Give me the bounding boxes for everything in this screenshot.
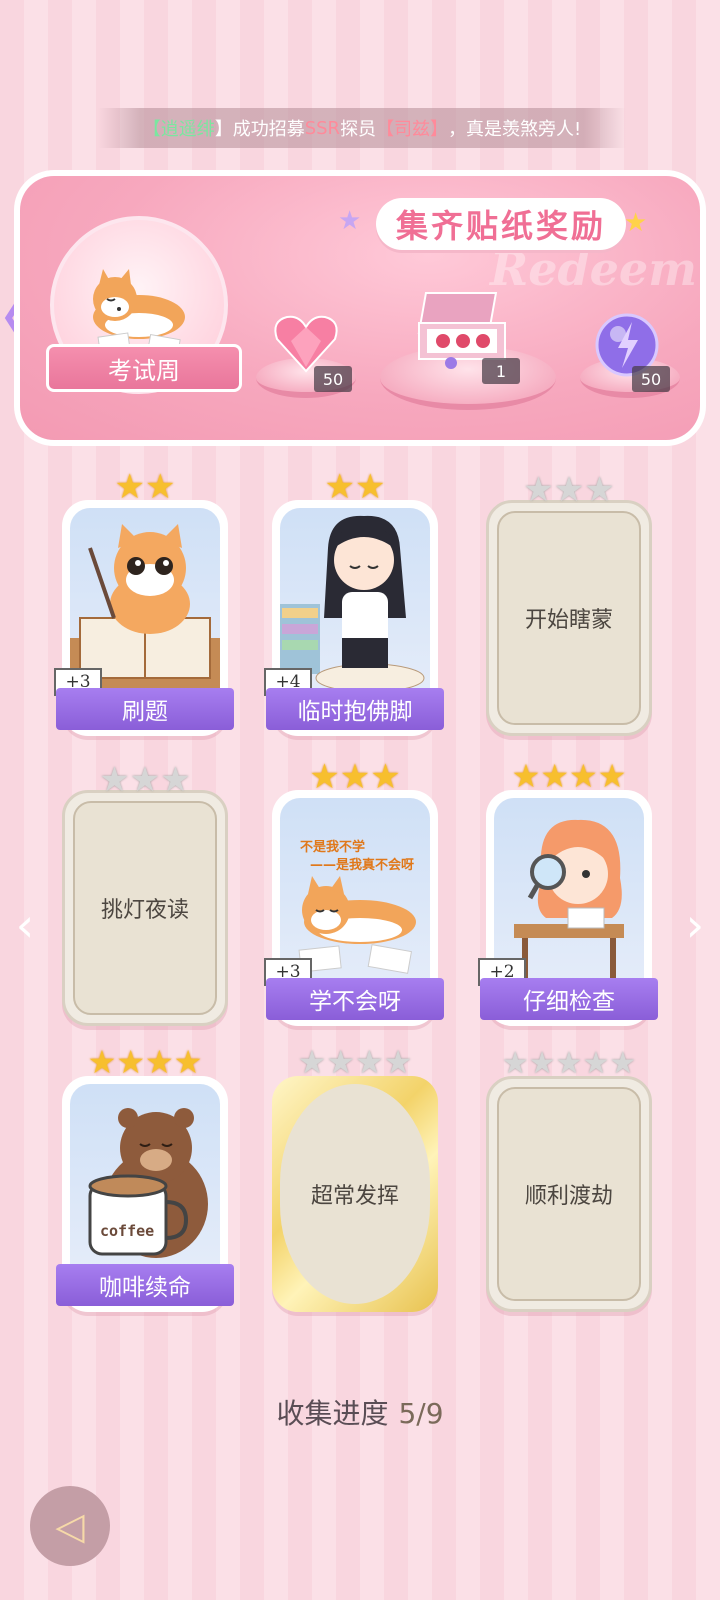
reward-count: 50: [314, 366, 352, 392]
next-page-arrow-icon[interactable]: ›: [680, 898, 710, 952]
back-button[interactable]: ◁: [30, 1486, 110, 1566]
sticker-card-locked[interactable]: ★ ★ ★ ★ ★ 顺利渡劫: [486, 1049, 652, 1312]
card-name: 仔细检查: [480, 978, 658, 1020]
card-name: 学不会呀: [266, 978, 444, 1020]
sticker-card[interactable]: ★ ★ +3 刷题: [54, 470, 234, 736]
ticker-suffix: ，真是羡煞旁人!: [448, 119, 582, 140]
star-rating: ★ ★ ★: [309, 757, 401, 797]
card-name: 挑灯夜读: [100, 898, 189, 923]
progress-label: 收集进度: [276, 1397, 389, 1430]
sticker-card-locked[interactable]: ★ ★ ★ 开始瞎蒙: [486, 473, 652, 736]
ticker-agent: 【司兹】: [376, 119, 449, 140]
shiba-sleeping-icon: [93, 269, 185, 355]
sticker-card-locked[interactable]: ★ ★ ★ 挑灯夜读: [62, 763, 228, 1026]
star-deco-icon: ★: [624, 208, 648, 238]
star-rating: ★ ★: [324, 467, 386, 507]
star-rating: ★ ★ ★: [523, 470, 615, 510]
card-art: 挑灯夜读: [73, 801, 217, 1015]
current-set-label: 考试周: [46, 344, 242, 392]
card-name: 咖啡续命: [56, 1264, 234, 1306]
collection-progress: 收集进度 5/9: [0, 1392, 720, 1432]
card-art: 超常发挥: [280, 1084, 430, 1304]
back-arrow-icon: ◁: [55, 1504, 85, 1548]
star-rating: ★ ★: [114, 467, 176, 507]
sticker-card-gold-locked[interactable]: ★ ★ ★ ★ 超常发挥: [272, 1046, 438, 1312]
star-rating: ★ ★ ★ ★: [297, 1043, 413, 1081]
ticker-mid2: 探员: [340, 119, 377, 140]
ticker-prefix: 【: [142, 119, 161, 140]
redeem-watermark: Redeem: [490, 242, 697, 296]
card-name: 刷题: [56, 688, 234, 730]
sticker-card[interactable]: ★ ★ +4 临时抱佛脚: [264, 470, 444, 736]
sticker-card[interactable]: ★ ★ ★ ★ +2 仔细检查: [478, 760, 658, 1026]
reward-count: 1: [482, 358, 520, 384]
card-name: 临时抱佛脚: [266, 688, 444, 730]
progress-value: 5/9: [398, 1397, 444, 1430]
recruit-ticker: 【逍遥绯 】成功招募 SSR 探员 【司兹】 ，真是羡煞旁人!: [98, 108, 626, 148]
reward-panel: Redeem ★ ★ 集齐贴纸奖励 考试周 50 1 50: [14, 170, 706, 446]
ticker-rank: SSR: [304, 117, 341, 139]
star-rating: ★ ★ ★ ★ ★: [501, 1046, 637, 1081]
ticker-mid1: 】成功招募: [214, 119, 305, 140]
ticker-player: 逍遥绯: [160, 119, 215, 140]
star-rating: ★ ★ ★ ★: [87, 1043, 203, 1081]
card-art: 开始瞎蒙: [497, 511, 641, 725]
prev-page-arrow-icon[interactable]: ‹: [10, 898, 40, 952]
star-rating: ★ ★ ★ ★: [511, 757, 627, 795]
card-name: 顺利渡劫: [524, 1184, 613, 1209]
sticker-card[interactable]: ★ ★ ★ 不是我不学 ——是我真不会呀 +3 学不会呀: [264, 760, 444, 1026]
sticker-card[interactable]: ★ ★ ★ ★ coffee 咖啡续命: [56, 1046, 234, 1312]
star-deco-icon: ★: [338, 206, 362, 236]
card-art: 顺利渡劫: [497, 1087, 641, 1301]
card-name: 开始瞎蒙: [524, 608, 613, 633]
reward-count: 50: [632, 366, 670, 392]
panel-title: 集齐贴纸奖励: [376, 198, 627, 250]
card-name: 超常发挥: [310, 1184, 399, 1209]
mug-label: coffee: [100, 1222, 155, 1240]
bear-coffee-icon: [88, 1108, 208, 1258]
star-rating: ★ ★ ★: [99, 760, 191, 800]
